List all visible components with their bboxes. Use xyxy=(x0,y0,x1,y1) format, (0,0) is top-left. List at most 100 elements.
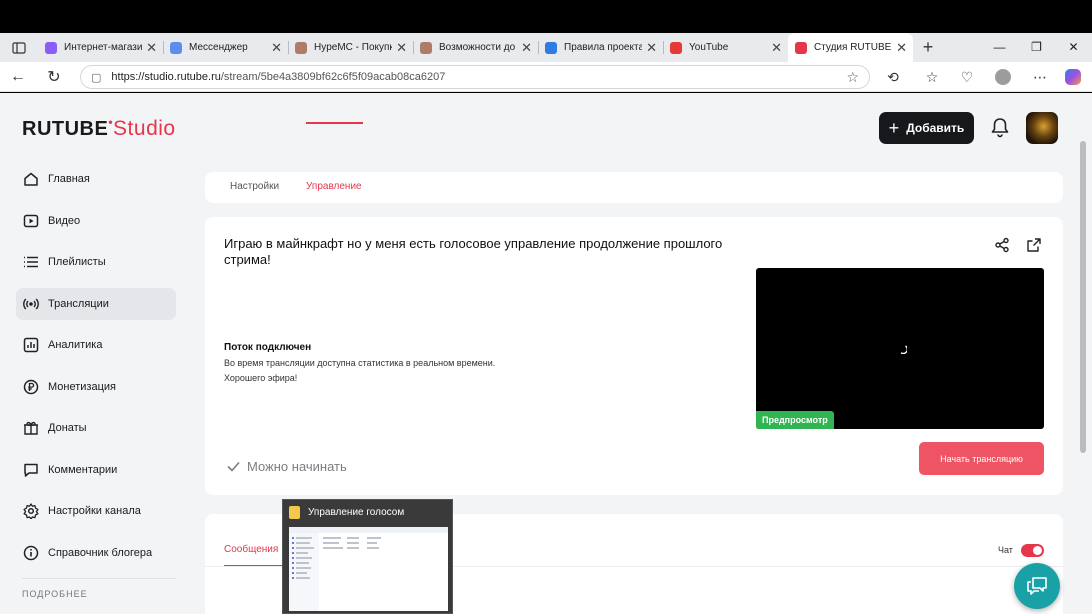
share-icon[interactable] xyxy=(994,237,1010,258)
preview-badge: Предпросмотр xyxy=(756,411,834,429)
analytics-icon xyxy=(22,336,40,354)
url-host: https://studio.rutube.ru xyxy=(111,71,221,83)
sidebar-item-label: Настройки канала xyxy=(48,505,141,517)
close-icon[interactable]: ✕ xyxy=(396,40,407,56)
browser-essentials-icon[interactable]: ♡ xyxy=(952,62,982,92)
sidebar-item-label: Комментарии xyxy=(48,463,118,476)
folder-icon xyxy=(289,505,300,519)
new-tab-button[interactable]: + xyxy=(913,37,943,58)
rutube-studio-logo[interactable]: RUTUBE•Studio xyxy=(22,115,176,141)
home-icon xyxy=(22,170,40,188)
chat-toggle[interactable] xyxy=(1021,544,1044,557)
sidebar-item-blogger-guide[interactable]: Справочник блогера xyxy=(16,537,176,569)
sidebar-divider xyxy=(22,578,176,579)
sidebar-item-comments[interactable]: Комментарии xyxy=(16,454,176,486)
check-icon xyxy=(227,461,240,472)
browser-tab[interactable]: Правила проекта ✕ xyxy=(538,33,663,62)
explorer-window-thumbnail xyxy=(289,527,448,611)
tab-messages[interactable]: Сообщения xyxy=(224,544,278,555)
add-button-label: Добавить xyxy=(906,121,965,135)
minimize-icon[interactable]: — xyxy=(981,33,1018,62)
sidebar-item-label: Справочник блогера xyxy=(48,546,153,559)
ready-status: Можно начинать xyxy=(227,459,347,474)
close-icon[interactable]: ✕ xyxy=(896,40,907,56)
tab-management[interactable]: Управление xyxy=(306,181,362,192)
sidebar-item-video[interactable]: Видео xyxy=(16,205,176,237)
support-chat-icon xyxy=(1027,577,1047,595)
browser-tab-active[interactable]: Студия RUTUBE ✕ xyxy=(788,33,913,62)
active-tab-underline xyxy=(306,122,363,124)
tab-title: HypeMC - Покупк xyxy=(314,42,393,53)
close-icon[interactable]: ✕ xyxy=(146,40,157,56)
sidebar-item-home[interactable]: Главная xyxy=(16,163,176,195)
tab-title: Возможности до xyxy=(439,42,516,53)
browser-tab[interactable]: Возможности до ✕ xyxy=(413,33,538,62)
page-scrollbar-thumb[interactable] xyxy=(1080,141,1086,453)
playlist-icon xyxy=(22,253,40,271)
settings-icon xyxy=(22,502,40,520)
close-icon[interactable]: ✕ xyxy=(771,40,782,56)
site-info-icon[interactable]: ▢ xyxy=(91,71,101,84)
user-avatar[interactable] xyxy=(1026,112,1058,144)
sidebar-item-analytics[interactable]: Аналитика xyxy=(16,329,176,361)
tab-settings[interactable]: Настройки xyxy=(230,181,279,192)
sidebar-item-broadcasts[interactable]: Трансляции xyxy=(16,287,176,320)
copilot-icon[interactable] xyxy=(1058,62,1088,92)
tab-title: Правила проекта xyxy=(564,42,643,53)
window-controls: — ❐ ✕ xyxy=(981,33,1092,62)
logo-dot: • xyxy=(108,115,114,129)
start-broadcast-button[interactable]: Начать трансляцию xyxy=(919,442,1044,475)
close-icon[interactable]: ✕ xyxy=(521,40,532,56)
browser-tab[interactable]: Интернет-магази ✕ xyxy=(38,33,163,62)
sidebar-item-monetization[interactable]: Монетизация xyxy=(16,371,176,403)
url-field[interactable]: ▢ https://studio.rutube.ru/stream/5be4a3… xyxy=(80,65,870,89)
favorite-star-icon[interactable]: ☆ xyxy=(846,69,859,86)
taskbar-window-preview[interactable]: Управление голосом xyxy=(282,499,453,614)
close-icon[interactable]: ✕ xyxy=(271,40,282,56)
sidebar-item-label: Монетизация xyxy=(48,380,116,393)
preview-window-title: Управление голосом xyxy=(308,506,405,518)
restore-icon[interactable]: ❐ xyxy=(1018,33,1055,62)
sidebar-item-playlists[interactable]: Плейлисты xyxy=(16,246,176,278)
extensions-icon[interactable]: ⟲ xyxy=(878,62,908,92)
stream-tabs: Настройки Управление xyxy=(205,172,1063,203)
more-menu-icon[interactable]: ⋯ xyxy=(1025,62,1055,92)
browser-tab[interactable]: HypeMC - Покупк ✕ xyxy=(288,33,413,62)
stream-preview[interactable]: Предпросмотр xyxy=(756,268,1044,429)
sidebar-nav: Главная Видео Плейлисты Трансляции Анали… xyxy=(16,163,176,599)
tab-title: Мессенджер xyxy=(189,42,248,53)
sidebar-item-channel-settings[interactable]: Настройки канала xyxy=(16,495,176,527)
tab-favicon-icon xyxy=(545,41,557,54)
tab-favicon-icon xyxy=(170,41,182,54)
browser-tab[interactable]: Мессенджер ✕ xyxy=(163,33,288,62)
address-toolbar: ← ↻ ▢ https://studio.rutube.ru/stream/5b… xyxy=(0,62,1092,92)
tab-favicon-icon xyxy=(295,41,307,54)
tab-favicon-icon xyxy=(420,41,432,54)
help-chat-button[interactable] xyxy=(1014,563,1060,609)
notifications-bell-icon[interactable] xyxy=(990,117,1010,139)
profile-icon[interactable] xyxy=(988,62,1018,92)
browser-tab-strip: Интернет-магази ✕ Мессенджер ✕ HypeMC - … xyxy=(0,33,1092,62)
logo-accent: Studio xyxy=(113,117,176,140)
preview-header: Управление голосом xyxy=(283,500,452,524)
close-window-icon[interactable]: ✕ xyxy=(1055,33,1092,62)
url-path: /stream/5be4a3809bf62c6f5f09acab08ca6207 xyxy=(220,71,446,83)
loading-spinner-icon xyxy=(900,345,907,354)
favorites-icon[interactable]: ☆ xyxy=(917,62,947,92)
tab-title: Студия RUTUBE xyxy=(814,42,892,53)
logo-main: RUTUBE xyxy=(22,118,109,140)
add-button[interactable]: + Добавить xyxy=(879,112,974,144)
tab-favicon-icon xyxy=(670,41,682,54)
info-icon xyxy=(22,544,40,562)
stream-status-text: Хорошего эфира! xyxy=(224,373,298,383)
close-icon[interactable]: ✕ xyxy=(646,40,657,56)
open-external-icon[interactable] xyxy=(1026,237,1042,258)
back-icon[interactable]: ← xyxy=(0,68,36,86)
tab-actions-icon[interactable] xyxy=(0,33,38,62)
sidebar-item-donations[interactable]: Донаты xyxy=(16,412,176,444)
browser-tab[interactable]: YouTube ✕ xyxy=(663,33,788,62)
reload-icon[interactable]: ↻ xyxy=(36,67,72,87)
sidebar-item-label: Плейлисты xyxy=(48,256,106,268)
sidebar-item-label: Донаты xyxy=(48,422,87,434)
ready-label: Можно начинать xyxy=(247,459,347,474)
